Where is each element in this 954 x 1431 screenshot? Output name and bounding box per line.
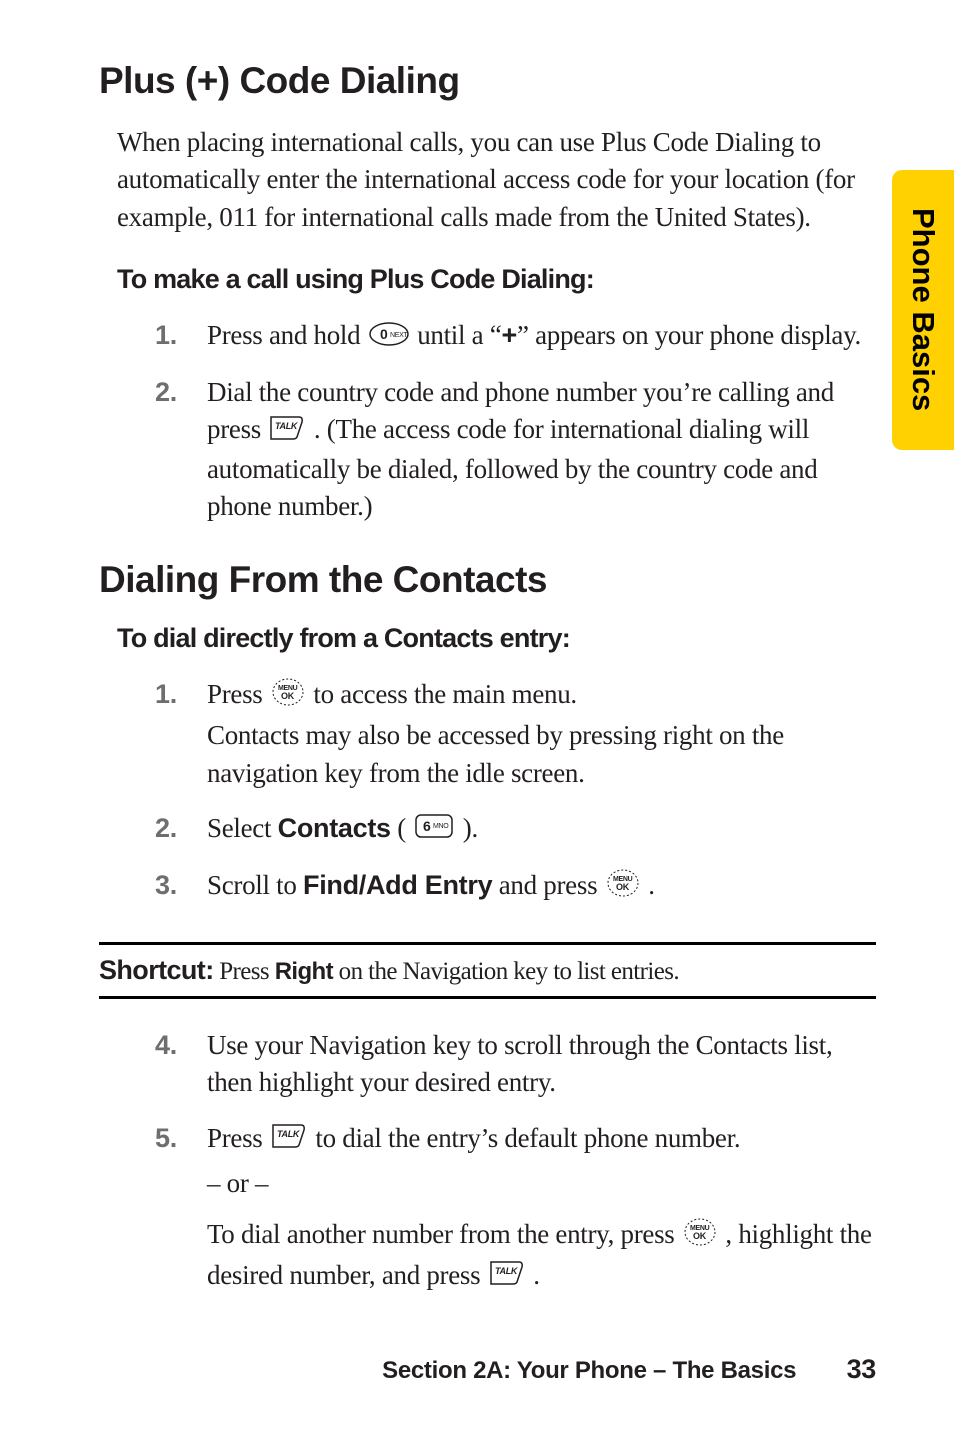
- step-text: until a “: [417, 320, 501, 350]
- menu-ok-key-icon: MENUOK: [606, 868, 640, 908]
- section1-steps: 1. Press and hold 0NEXT until a “+” appe…: [99, 317, 876, 526]
- list-item: 1. Press MENUOK to access the main menu.…: [155, 676, 876, 791]
- menu-ok-key-icon: MENUOK: [683, 1217, 717, 1257]
- step-extra: Contacts may also be accessed by pressin…: [207, 720, 784, 787]
- step-number: 2.: [155, 374, 177, 411]
- step-text: to dial the entry’s default phone number…: [315, 1123, 740, 1153]
- section1-intro: When placing international calls, you ca…: [117, 124, 876, 236]
- svg-text:OK: OK: [281, 691, 295, 701]
- section2-title: Dialing From the Contacts: [99, 559, 876, 601]
- step-text: ).: [463, 813, 478, 843]
- page-footer: Section 2A: Your Phone – The Basics 33: [382, 1354, 876, 1385]
- list-item: 3. Scroll to Find/Add Entry and press ME…: [155, 867, 876, 908]
- tail-text: .: [533, 1260, 539, 1290]
- list-item: 2. Select Contacts ( 6MNO ).: [155, 810, 876, 849]
- svg-text:6: 6: [423, 818, 431, 834]
- step-number: 5.: [155, 1120, 177, 1157]
- shortcut-box: Shortcut: Press Right on the Navigation …: [99, 942, 876, 999]
- svg-text:TALK: TALK: [275, 421, 299, 431]
- section2-steps-b: 4. Use your Navigation key to scroll thr…: [99, 1027, 876, 1297]
- section1-title: Plus (+) Code Dialing: [99, 60, 876, 102]
- step-number: 1.: [155, 676, 177, 713]
- step-text: Select: [207, 813, 278, 843]
- step-text: Scroll to: [207, 870, 303, 900]
- find-add-entry-label: Find/Add Entry: [303, 870, 492, 900]
- step-text: Press: [207, 679, 269, 709]
- footer-section-label: Section 2A: Your Phone – The Basics: [382, 1357, 796, 1384]
- step-text: to access the main menu.: [313, 679, 576, 709]
- step-text: Press and hold: [207, 320, 367, 350]
- svg-text:TALK: TALK: [277, 1129, 301, 1139]
- list-item: 4. Use your Navigation key to scroll thr…: [155, 1027, 876, 1102]
- contacts-label: Contacts: [278, 813, 391, 843]
- shortcut-text: Press: [214, 958, 275, 985]
- plus-symbol: +: [501, 320, 516, 350]
- step-number: 3.: [155, 867, 177, 904]
- list-item: 5. Press TALK to dial the entry’s defaul…: [155, 1120, 876, 1297]
- step-text: .: [648, 870, 654, 900]
- step-number: 1.: [155, 317, 177, 354]
- menu-ok-key-icon: MENUOK: [271, 677, 305, 717]
- six-key-icon: 6MNO: [414, 812, 454, 849]
- svg-text:NEXT: NEXT: [390, 332, 408, 339]
- step-text: and press: [492, 870, 603, 900]
- shortcut-text: on the Navigation key to list entries.: [333, 958, 679, 985]
- zero-key-icon: 0NEXT: [369, 319, 409, 356]
- shortcut-key: Right: [275, 958, 333, 985]
- step-text: (: [391, 813, 413, 843]
- step-text: Use your Navigation key to scroll throug…: [207, 1030, 832, 1097]
- list-item: 2. Dial the country code and phone numbe…: [155, 374, 876, 525]
- svg-text:MNO: MNO: [433, 823, 449, 830]
- or-separator: – or –: [207, 1165, 876, 1202]
- step-text: ” appears on your phone display.: [517, 320, 861, 350]
- shortcut-label: Shortcut:: [99, 955, 214, 985]
- tail-text: To dial another number from the entry, p…: [207, 1219, 681, 1249]
- talk-key-icon: TALK: [271, 1122, 307, 1159]
- svg-text:0: 0: [380, 326, 388, 342]
- step-number: 4.: [155, 1027, 177, 1064]
- section2-lead: To dial directly from a Contacts entry:: [117, 623, 876, 654]
- page-number: 33: [847, 1354, 876, 1385]
- step-number: 2.: [155, 810, 177, 847]
- talk-key-icon: TALK: [489, 1259, 525, 1296]
- step-text: Press: [207, 1123, 269, 1153]
- section2-steps-a: 1. Press MENUOK to access the main menu.…: [99, 676, 876, 908]
- section1-lead: To make a call using Plus Code Dialing:: [117, 264, 876, 295]
- talk-key-icon: TALK: [269, 414, 305, 451]
- svg-text:TALK: TALK: [495, 1266, 519, 1276]
- list-item: 1. Press and hold 0NEXT until a “+” appe…: [155, 317, 876, 356]
- svg-text:OK: OK: [616, 882, 630, 892]
- svg-text:OK: OK: [693, 1231, 707, 1241]
- page-content: Plus (+) Code Dialing When placing inter…: [0, 0, 954, 1297]
